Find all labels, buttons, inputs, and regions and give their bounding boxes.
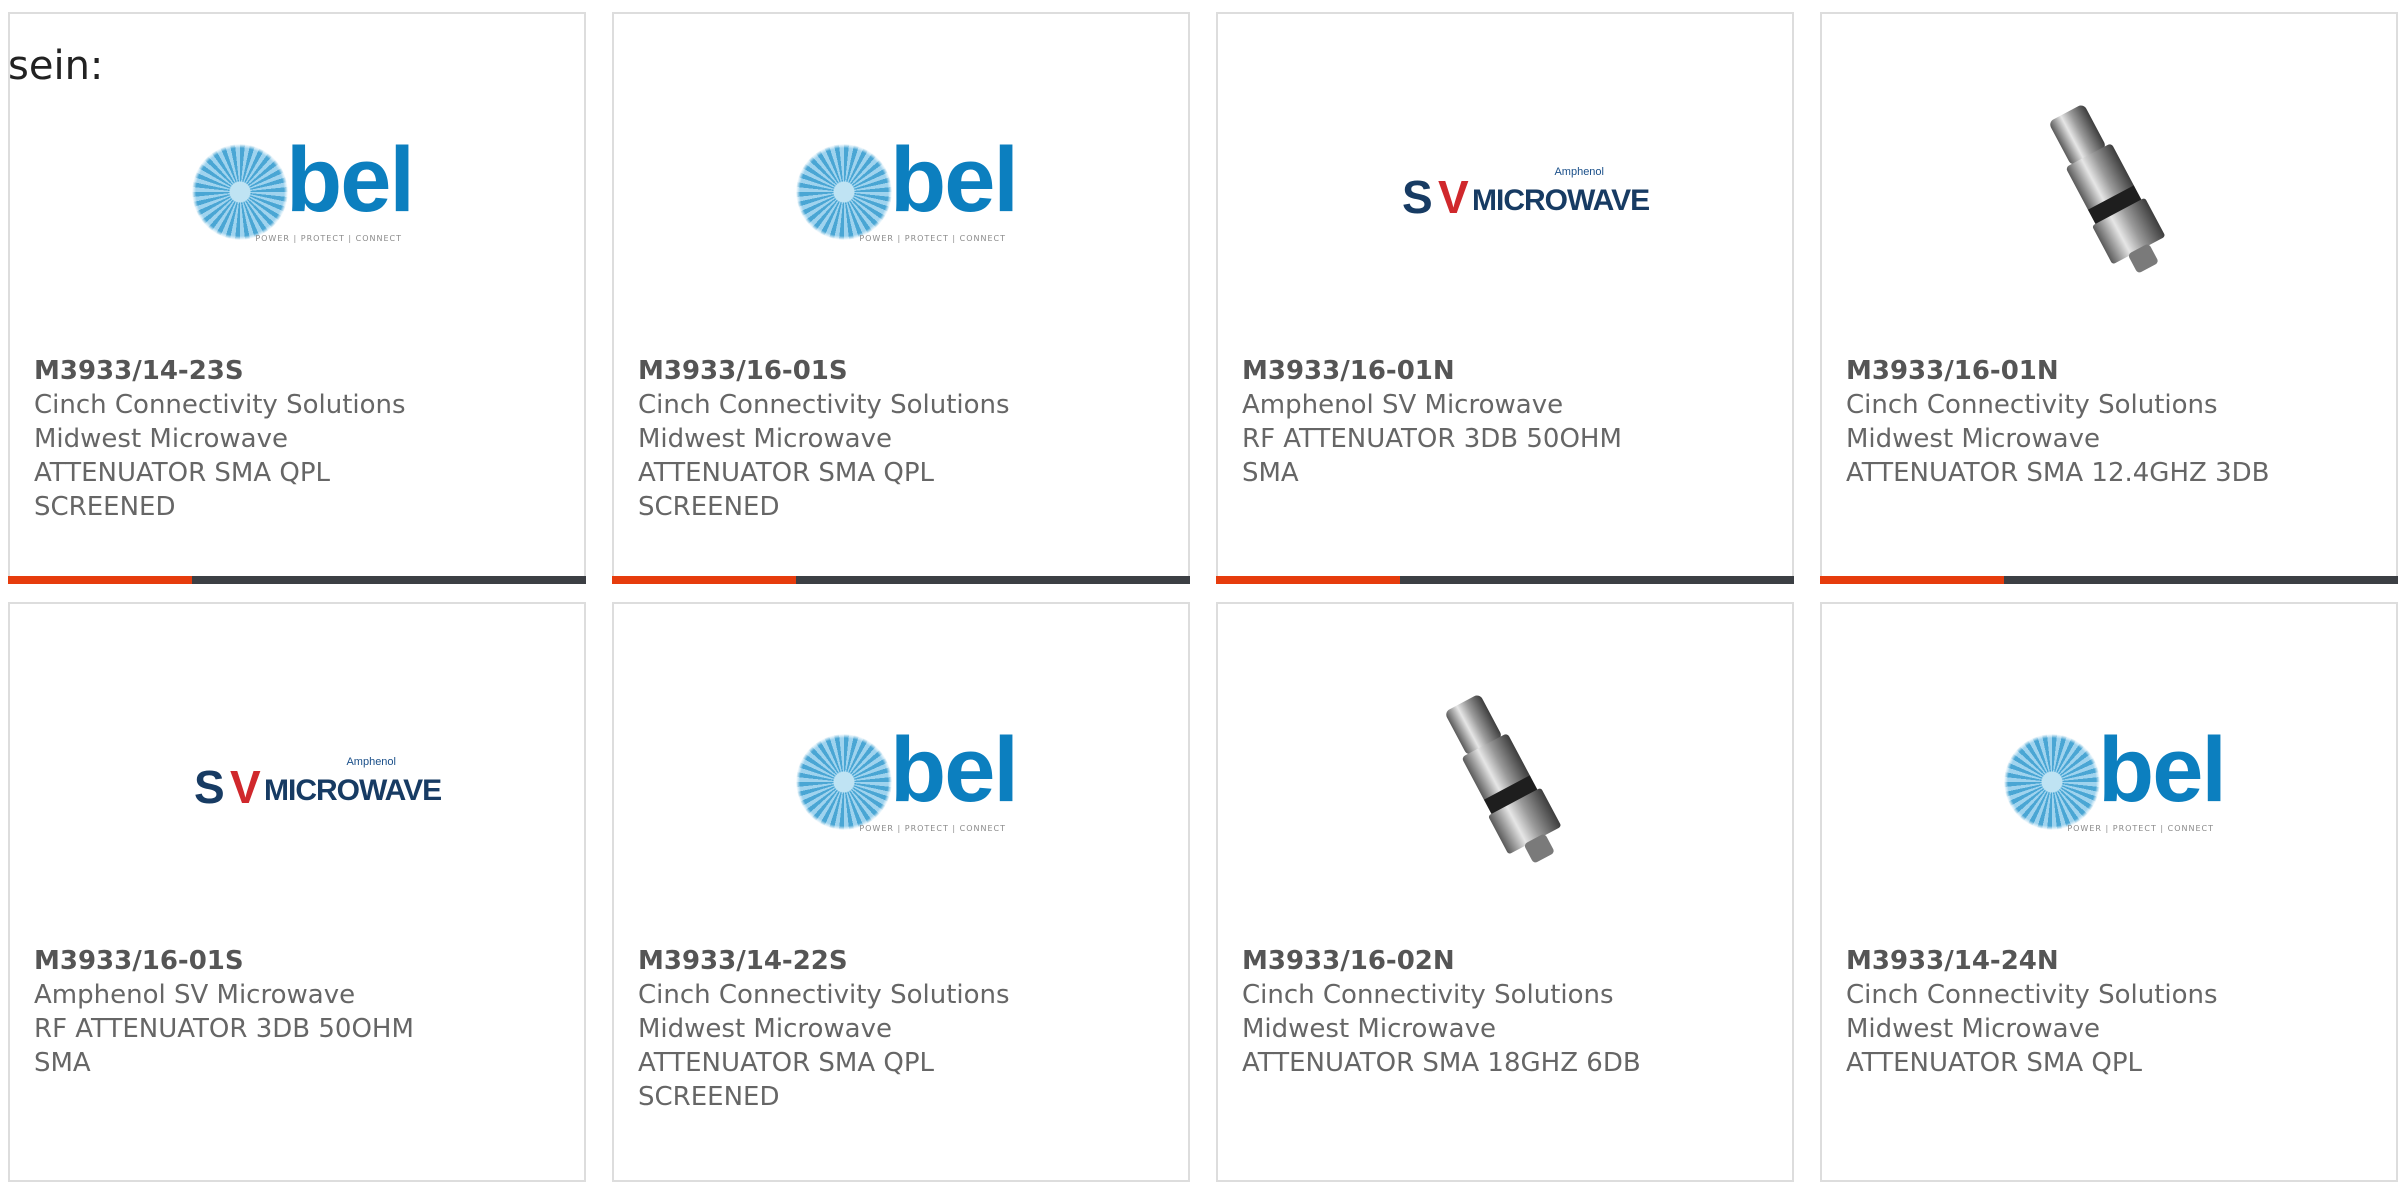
product-card[interactable]: bel POWER | PROTECT | CONNECT M3933/14-2… bbox=[8, 12, 586, 584]
card-accent-bar bbox=[1216, 576, 1794, 584]
product-image[interactable]: Amphenol S V MICROWAVE bbox=[10, 674, 584, 894]
part-number[interactable]: M3933/16-01N bbox=[1846, 354, 2376, 388]
product-image[interactable]: bel POWER | PROTECT | CONNECT bbox=[614, 84, 1188, 304]
manufacturer: Cinch Connectivity Solutions bbox=[1846, 980, 2218, 1010]
product-card[interactable]: bel POWER | PROTECT | CONNECT M3933/14-2… bbox=[1820, 602, 2398, 1182]
description: ATTENUATOR SMA QPL bbox=[638, 1048, 935, 1078]
product-grid: bel POWER | PROTECT | CONNECT M3933/14-2… bbox=[8, 12, 2400, 1182]
description: ATTENUATOR SMA QPL bbox=[1846, 1048, 2143, 1078]
product-info: M3933/16-01N Cinch Connectivity Solution… bbox=[1846, 354, 2376, 490]
bel-burst-icon bbox=[796, 734, 892, 830]
product-image[interactable] bbox=[1822, 84, 2396, 304]
product-card[interactable]: M3933/16-01N Cinch Connectivity Solution… bbox=[1820, 12, 2398, 584]
manufacturer: Cinch Connectivity Solutions bbox=[638, 390, 1010, 420]
product-image[interactable]: bel POWER | PROTECT | CONNECT bbox=[10, 84, 584, 304]
description: RF ATTENUATOR 3DB 50OHM bbox=[34, 1014, 414, 1044]
part-number[interactable]: M3933/16-01S bbox=[34, 944, 564, 978]
part-number[interactable]: M3933/16-01N bbox=[1242, 354, 1772, 388]
brand: Midwest Microwave bbox=[1846, 424, 2100, 454]
bel-logo: bel POWER | PROTECT | CONNECT bbox=[796, 130, 1019, 244]
description-cont: SCREENED bbox=[638, 1082, 780, 1112]
part-number[interactable]: M3933/16-01S bbox=[638, 354, 1168, 388]
description: ATTENUATOR SMA 18GHZ 6DB bbox=[1242, 1048, 1641, 1078]
product-info: M3933/16-02N Cinch Connectivity Solution… bbox=[1242, 944, 1772, 1080]
product-card[interactable]: Amphenol S V MICROWAVE M3933/16-01N Amph… bbox=[1216, 12, 1794, 584]
manufacturer: Cinch Connectivity Solutions bbox=[1242, 980, 1614, 1010]
product-card[interactable]: Amphenol S V MICROWAVE M3933/16-01S Amph… bbox=[8, 602, 586, 1182]
bel-logo: bel POWER | PROTECT | CONNECT bbox=[2004, 720, 2227, 834]
description: ATTENUATOR SMA QPL bbox=[638, 458, 935, 488]
intro-text: sein: bbox=[8, 43, 104, 89]
attenuator-icon bbox=[2050, 105, 2165, 273]
product-info: M3933/16-01S Cinch Connectivity Solution… bbox=[638, 354, 1168, 524]
description-cont: SMA bbox=[1242, 458, 1299, 488]
brand: Midwest Microwave bbox=[34, 424, 288, 454]
description: ATTENUATOR SMA QPL bbox=[34, 458, 331, 488]
description-cont: SCREENED bbox=[34, 492, 176, 522]
part-number[interactable]: M3933/14-23S bbox=[34, 354, 564, 388]
product-card[interactable]: bel POWER | PROTECT | CONNECT M3933/16-0… bbox=[612, 12, 1190, 584]
manufacturer: Amphenol SV Microwave bbox=[1242, 390, 1564, 420]
description-cont: SCREENED bbox=[638, 492, 780, 522]
part-number[interactable]: M3933/14-22S bbox=[638, 944, 1168, 978]
manufacturer: Cinch Connectivity Solutions bbox=[34, 390, 406, 420]
card-accent-bar bbox=[8, 576, 586, 584]
bel-burst-icon bbox=[796, 144, 892, 240]
bel-burst-icon bbox=[192, 144, 288, 240]
manufacturer: Cinch Connectivity Solutions bbox=[638, 980, 1010, 1010]
product-info: M3933/14-22S Cinch Connectivity Solution… bbox=[638, 944, 1168, 1114]
product-image[interactable]: bel POWER | PROTECT | CONNECT bbox=[1822, 674, 2396, 894]
attenuator-photo bbox=[1405, 684, 1605, 884]
bel-burst-icon bbox=[2004, 734, 2100, 830]
product-info: M3933/14-23S Cinch Connectivity Solution… bbox=[34, 354, 564, 524]
product-info: M3933/14-24N Cinch Connectivity Solution… bbox=[1846, 944, 2376, 1080]
product-image[interactable]: bel POWER | PROTECT | CONNECT bbox=[614, 674, 1188, 894]
description: ATTENUATOR SMA 12.4GHZ 3DB bbox=[1846, 458, 2270, 488]
product-info: M3933/16-01S Amphenol SV Microwave RF AT… bbox=[34, 944, 564, 1080]
attenuator-photo bbox=[2009, 94, 2209, 294]
brand: Midwest Microwave bbox=[1846, 1014, 2100, 1044]
sv-microwave-logo: Amphenol S V MICROWAVE bbox=[1402, 166, 1650, 223]
product-image[interactable] bbox=[1218, 674, 1792, 894]
product-card[interactable]: M3933/16-02N Cinch Connectivity Solution… bbox=[1216, 602, 1794, 1182]
attenuator-icon bbox=[1446, 695, 1561, 863]
bel-logo: bel POWER | PROTECT | CONNECT bbox=[796, 720, 1019, 834]
manufacturer: Cinch Connectivity Solutions bbox=[1846, 390, 2218, 420]
bel-logo: bel POWER | PROTECT | CONNECT bbox=[192, 130, 415, 244]
brand: Midwest Microwave bbox=[1242, 1014, 1496, 1044]
part-number[interactable]: M3933/16-02N bbox=[1242, 944, 1772, 978]
description-cont: SMA bbox=[34, 1048, 91, 1078]
product-image[interactable]: Amphenol S V MICROWAVE bbox=[1218, 84, 1792, 304]
card-accent-bar bbox=[1820, 576, 2398, 584]
product-info: M3933/16-01N Amphenol SV Microwave RF AT… bbox=[1242, 354, 1772, 490]
card-accent-bar bbox=[612, 576, 1190, 584]
manufacturer: Amphenol SV Microwave bbox=[34, 980, 356, 1010]
brand: Midwest Microwave bbox=[638, 1014, 892, 1044]
brand: Midwest Microwave bbox=[638, 424, 892, 454]
part-number[interactable]: M3933/14-24N bbox=[1846, 944, 2376, 978]
product-card[interactable]: bel POWER | PROTECT | CONNECT M3933/14-2… bbox=[612, 602, 1190, 1182]
sv-microwave-logo: Amphenol S V MICROWAVE bbox=[194, 756, 442, 813]
description: RF ATTENUATOR 3DB 50OHM bbox=[1242, 424, 1622, 454]
